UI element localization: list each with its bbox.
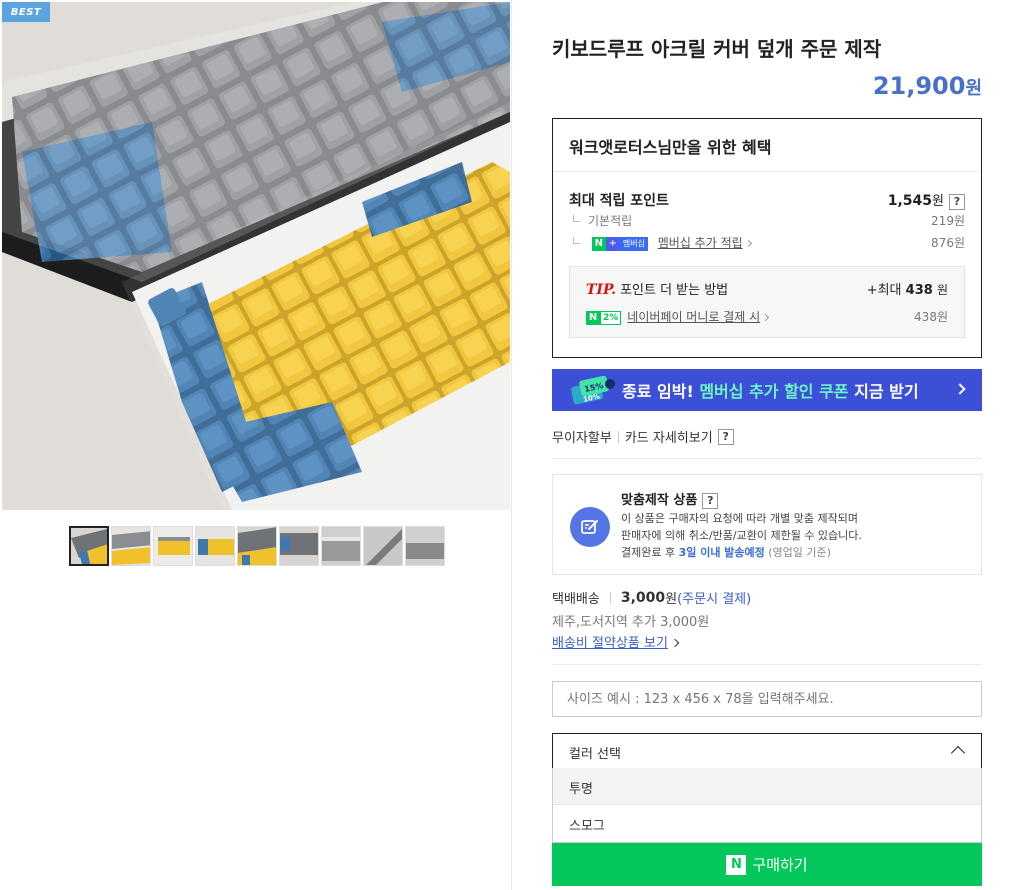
color-select-label: 컬러 선택 — [569, 747, 621, 762]
help-icon[interactable]: ? — [717, 428, 734, 445]
npay-points-value: 438원 — [914, 310, 948, 324]
tip-value: 438 — [905, 283, 933, 298]
shipping-info: 택배배송 3,000 원 (주문시 결제) — [552, 589, 752, 608]
help-icon[interactable]: ? — [949, 193, 965, 210]
thumbnail[interactable] — [363, 526, 403, 566]
thumbnail[interactable] — [321, 526, 361, 566]
thumbnail[interactable] — [279, 526, 319, 566]
main-product-image[interactable] — [2, 2, 510, 510]
tree-corner-icon — [573, 215, 580, 222]
payment-info: 무이자할부 카드 자세히보기 ? — [552, 427, 734, 446]
membership-coupon-banner[interactable]: 15% 10% 종료 임박! 멤버십 추가 할인 쿠폰 지금 받기 — [552, 369, 982, 411]
thumbnail-strip — [69, 526, 445, 566]
size-input[interactable] — [552, 681, 982, 717]
custom-made-line1: 이 상품은 구매자의 요청에 따라 개별 맞춤 제작되며 — [621, 512, 858, 525]
card-details-link[interactable]: 카드 자세히보기 — [625, 427, 713, 446]
color-options-list: 투명 스모그 — [552, 768, 982, 843]
help-icon[interactable]: ? — [702, 492, 719, 509]
benefit-box: 워크앳로터스님만을 위한 혜택 최대 적립 포인트 1,545원? 기본적립 2… — [552, 118, 982, 358]
custom-made-line3: 결제완료 후 3일 이내 발송예정 (영업일 기준) — [621, 546, 831, 559]
divider — [617, 430, 619, 443]
basic-points-value: 219원 — [931, 214, 965, 228]
custom-made-title: 맞춤제작 상품? — [621, 489, 719, 509]
npay-row: N 2% 네이버페이 머니로 결제 시 438원 — [586, 308, 948, 325]
color-option[interactable]: 스모그 — [553, 805, 981, 842]
chevron-up-icon — [950, 745, 966, 761]
chevron-right-icon — [762, 313, 770, 322]
product-title: 키보드루프 아크릴 커버 덮개 주문 제작 — [552, 37, 882, 61]
color-select[interactable]: 컬러 선택 — [552, 733, 982, 769]
divider — [552, 458, 982, 459]
basic-points-row: 기본적립 219원 — [569, 212, 965, 229]
keyboard-photo — [2, 2, 510, 510]
shipping-fee: 3,000 — [620, 589, 666, 606]
color-option[interactable]: 투명 — [553, 768, 981, 805]
chevron-right-icon — [954, 383, 966, 395]
tree-corner-icon — [573, 237, 580, 244]
naver-plus-membership-badge: N + 멤버십 — [591, 236, 648, 251]
basic-points-label: 기본적립 — [588, 214, 633, 228]
thumbnail[interactable] — [405, 526, 445, 566]
thumbnail[interactable] — [111, 526, 151, 566]
shipping-method: 택배배송 — [552, 592, 600, 607]
membership-points-value: 876원 — [931, 236, 965, 250]
banner-text: 종료 임박! 멤버십 추가 할인 쿠폰 지금 받기 — [622, 382, 919, 401]
npay-badge: N 2% — [586, 310, 622, 325]
tip-label: TIP. — [586, 282, 617, 298]
shipping-saving-link[interactable]: 배송비 절약상품 보기 — [552, 632, 680, 651]
thumbnail[interactable] — [153, 526, 193, 566]
tip-text: 포인트 더 받는 방법 — [620, 283, 729, 298]
installment-label: 무이자할부 — [552, 431, 612, 446]
tip-box: TIP. 포인트 더 받는 방법 +최대 438 원 N 2% 네이버페이 머니로 결… — [569, 266, 965, 338]
shipping-extra: 제주,도서지역 추가 3,000원 — [552, 615, 710, 630]
coupon-icon: 15% 10% — [570, 374, 616, 406]
shipping-fee-note: (주문시 결제) — [677, 592, 752, 607]
npay-money-link[interactable]: 네이버페이 머니로 결제 시 — [627, 310, 760, 324]
divider — [552, 664, 982, 665]
thumbnail[interactable] — [195, 526, 235, 566]
membership-points-row: N + 멤버십 멤버십 추가 적립 876원 — [569, 234, 965, 251]
max-points-value: 1,545원? — [888, 190, 965, 210]
benefit-heading: 워크앳로터스님만을 위한 혜택 — [553, 119, 981, 172]
price-value: 21,900 — [872, 72, 966, 100]
chevron-right-icon — [670, 638, 680, 648]
membership-points-link[interactable]: 멤버십 추가 적립 — [658, 236, 743, 250]
custom-made-notice: 맞춤제작 상품? 이 상품은 구매자의 요청에 따라 개별 맞춤 제작되며 판매… — [552, 474, 982, 575]
product-gallery: BEST — [0, 0, 512, 890]
thumbnail[interactable] — [237, 526, 277, 566]
custom-made-icon — [570, 507, 610, 547]
divider — [609, 591, 611, 604]
product-price: 21,900원 — [873, 72, 982, 100]
buy-button[interactable]: N 구매하기 — [552, 843, 982, 886]
max-points-row: 최대 적립 포인트 1,545원? — [569, 190, 965, 210]
tip-row: TIP. 포인트 더 받는 방법 +최대 438 원 — [586, 282, 948, 298]
max-points-label: 최대 적립 포인트 — [569, 193, 669, 209]
price-unit: 원 — [965, 78, 982, 99]
naver-n-icon: N — [726, 854, 747, 875]
thumbnail[interactable] — [69, 526, 109, 566]
custom-made-line2: 판매자에 의해 취소/반품/교환이 제한될 수 있습니다. — [621, 529, 862, 542]
best-badge: BEST — [2, 2, 50, 22]
chevron-right-icon — [744, 239, 752, 248]
buy-label: 구매하기 — [752, 856, 808, 874]
